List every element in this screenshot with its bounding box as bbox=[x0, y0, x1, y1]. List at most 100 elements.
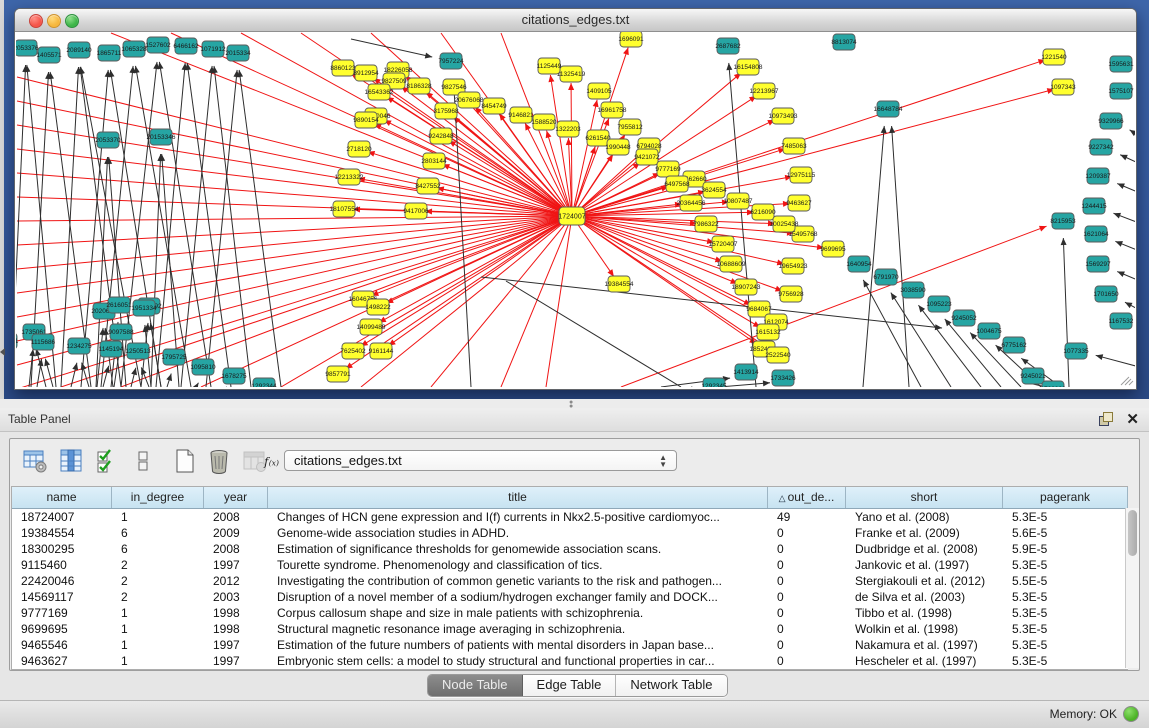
graph-node[interactable]: 1004675 bbox=[976, 323, 1002, 339]
graph-node[interactable]: 16648784 bbox=[874, 101, 903, 117]
graph-node[interactable]: 19384554 bbox=[605, 276, 634, 292]
graph-node[interactable]: 1733426 bbox=[770, 370, 796, 386]
delete-table-icon[interactable] bbox=[206, 448, 232, 474]
graph-node[interactable]: 1244415 bbox=[1081, 198, 1107, 214]
graph-node[interactable]: 6775162 bbox=[1001, 337, 1027, 353]
tab-edge-table[interactable]: Edge Table bbox=[523, 675, 617, 696]
graph-node[interactable]: 18107554 bbox=[330, 201, 359, 217]
float-panel-icon[interactable] bbox=[1099, 412, 1113, 426]
graph-node[interactable]: 2522540 bbox=[765, 347, 791, 363]
scrollbar-thumb[interactable] bbox=[1128, 510, 1137, 556]
graph-node[interactable]: 9245021 bbox=[1020, 368, 1046, 384]
table-row[interactable]: 1938455462009Genome-wide association stu… bbox=[12, 525, 1128, 541]
graph-node[interactable]: 19654923 bbox=[779, 258, 808, 274]
graph-node[interactable]: 1595631 bbox=[1108, 56, 1134, 72]
graph-node[interactable]: 20364456 bbox=[677, 195, 706, 211]
graph-node[interactable]: 1097343 bbox=[1050, 79, 1076, 95]
new-table-icon[interactable] bbox=[172, 448, 198, 474]
graph-node[interactable]: 1221540 bbox=[1041, 49, 1067, 65]
graph-node[interactable]: 20676068 bbox=[455, 92, 484, 108]
graph-node[interactable]: 1095810 bbox=[190, 359, 216, 375]
show-column-icon[interactable] bbox=[58, 448, 84, 474]
graph-node[interactable]: 1409105 bbox=[586, 83, 612, 99]
row-height-icon[interactable] bbox=[130, 448, 156, 474]
graph-node[interactable]: 3915911 bbox=[16, 333, 19, 349]
graph-node[interactable]: 16961758 bbox=[598, 102, 627, 118]
graph-node[interactable]: 1292344 bbox=[251, 378, 277, 387]
graph-node[interactable]: 7957224 bbox=[438, 53, 464, 69]
graph-node[interactable]: 1413914 bbox=[733, 364, 759, 380]
graph-node[interactable]: 1167532 bbox=[1109, 313, 1134, 329]
graph-node[interactable]: 3175968 bbox=[433, 103, 459, 119]
graph-node[interactable]: 2089140 bbox=[66, 42, 92, 58]
graph-node[interactable]: 1696091 bbox=[618, 32, 644, 47]
memory-status-indicator[interactable] bbox=[1123, 706, 1139, 722]
graph-node[interactable]: 14099489 bbox=[357, 319, 386, 335]
graph-node[interactable]: 1292345 bbox=[701, 378, 727, 387]
table-row[interactable]: 969969511998Structural magnetic resonanc… bbox=[12, 621, 1128, 637]
graph-node[interactable]: 9245052 bbox=[951, 310, 977, 326]
graph-node[interactable]: 6497568 bbox=[664, 176, 690, 192]
table-row[interactable]: 1456911722003Disruption of a novel membe… bbox=[12, 589, 1128, 605]
graph-node[interactable]: 7955812 bbox=[617, 119, 643, 135]
column-header-year[interactable]: year bbox=[204, 487, 268, 508]
graph-node[interactable]: 2053370 bbox=[95, 132, 121, 148]
graph-node[interactable]: 1640954 bbox=[846, 256, 872, 272]
graph-node[interactable]: 6216090 bbox=[750, 204, 776, 220]
table-row[interactable]: 946554611997Estimation of the future num… bbox=[12, 637, 1128, 653]
graph-node[interactable]: 12213967 bbox=[750, 83, 779, 99]
graph-node[interactable]: 8860123 bbox=[330, 60, 356, 76]
graph-node[interactable]: 10688609 bbox=[717, 256, 746, 272]
graph-node[interactable]: 1569297 bbox=[1085, 256, 1111, 272]
tab-node-table[interactable]: Node Table bbox=[428, 675, 523, 696]
graph-node[interactable]: 9777169 bbox=[655, 161, 681, 177]
graph-node[interactable]: 2803144 bbox=[421, 153, 447, 169]
graph-node[interactable]: 1095223 bbox=[926, 296, 952, 312]
graph-node[interactable]: 12975115 bbox=[787, 167, 816, 183]
graph-node[interactable]: 9161144 bbox=[369, 343, 394, 359]
graph-node[interactable]: 8186328 bbox=[406, 78, 432, 94]
graph-node[interactable]: 8215953 bbox=[1050, 213, 1076, 229]
table-row[interactable]: 2242004622012Investigating the contribut… bbox=[12, 573, 1128, 589]
graph-node[interactable]: 1575107 bbox=[1108, 83, 1134, 99]
column-header-in_degree[interactable]: in_degree bbox=[112, 487, 204, 508]
graph-node[interactable]: 20153346 bbox=[147, 129, 176, 145]
graph-node[interactable]: 1077335 bbox=[1063, 343, 1089, 359]
graph-node[interactable]: 2015334 bbox=[225, 45, 251, 61]
select-columns-icon[interactable] bbox=[94, 448, 120, 474]
graph-node[interactable]: 8427552 bbox=[415, 178, 441, 194]
graph-node[interactable]: 8454749 bbox=[481, 98, 507, 114]
table-row[interactable]: 977716911998Corpus callosum shape and si… bbox=[12, 605, 1128, 621]
graph-node[interactable]: 1250513 bbox=[125, 343, 151, 359]
table-settings-icon[interactable] bbox=[22, 448, 48, 474]
graph-node[interactable]: 6791970 bbox=[873, 269, 899, 285]
graph-node[interactable]: 1990448 bbox=[605, 139, 631, 155]
graph-node[interactable]: 1145194 bbox=[99, 341, 124, 357]
graph-node[interactable]: 1115686 bbox=[31, 334, 56, 350]
graph-node[interactable]: 2718120 bbox=[346, 141, 372, 157]
graph-node[interactable]: 1234275 bbox=[66, 338, 92, 354]
window-titlebar[interactable]: citations_edges.txt bbox=[15, 9, 1136, 32]
graph-node[interactable]: 1701650 bbox=[1093, 286, 1119, 302]
graph-node[interactable]: 9699695 bbox=[820, 241, 846, 257]
graph-node[interactable]: 9227342 bbox=[1088, 139, 1114, 155]
graph-node[interactable]: 3038590 bbox=[900, 282, 926, 298]
graph-node[interactable]: 1615132 bbox=[755, 324, 781, 340]
graph-node[interactable]: 9146821 bbox=[508, 107, 534, 123]
graph-node[interactable]: 1322203 bbox=[555, 121, 581, 137]
table-row[interactable]: 1872400712008Changes of HCN gene express… bbox=[12, 509, 1128, 525]
table-row[interactable]: 946362711997Embryonic stem cells: a mode… bbox=[12, 653, 1128, 669]
divider-handle[interactable]: ● ● bbox=[569, 401, 579, 406]
table-row[interactable]: 911546021997Tourette syndrome. Phenomeno… bbox=[12, 557, 1128, 573]
graph-node[interactable]: 1588520 bbox=[531, 114, 557, 130]
table-select-dropdown[interactable]: citations_edges.txt ▲▼ bbox=[284, 450, 677, 471]
column-header-pagerank[interactable]: pagerank bbox=[1003, 487, 1128, 508]
graph-node[interactable]: 9242848 bbox=[428, 128, 454, 144]
graph-node[interactable]: 1527602 bbox=[145, 37, 171, 53]
graph-node[interactable]: 1209387 bbox=[1085, 168, 1111, 184]
graph-node[interactable]: 9417006 bbox=[403, 203, 429, 219]
graph-node[interactable]: 9097588 bbox=[108, 324, 134, 340]
collapse-arrow-icon[interactable] bbox=[0, 348, 5, 356]
graph-node[interactable]: 1498222 bbox=[365, 299, 391, 315]
graph-node[interactable]: 8912954 bbox=[353, 65, 379, 81]
